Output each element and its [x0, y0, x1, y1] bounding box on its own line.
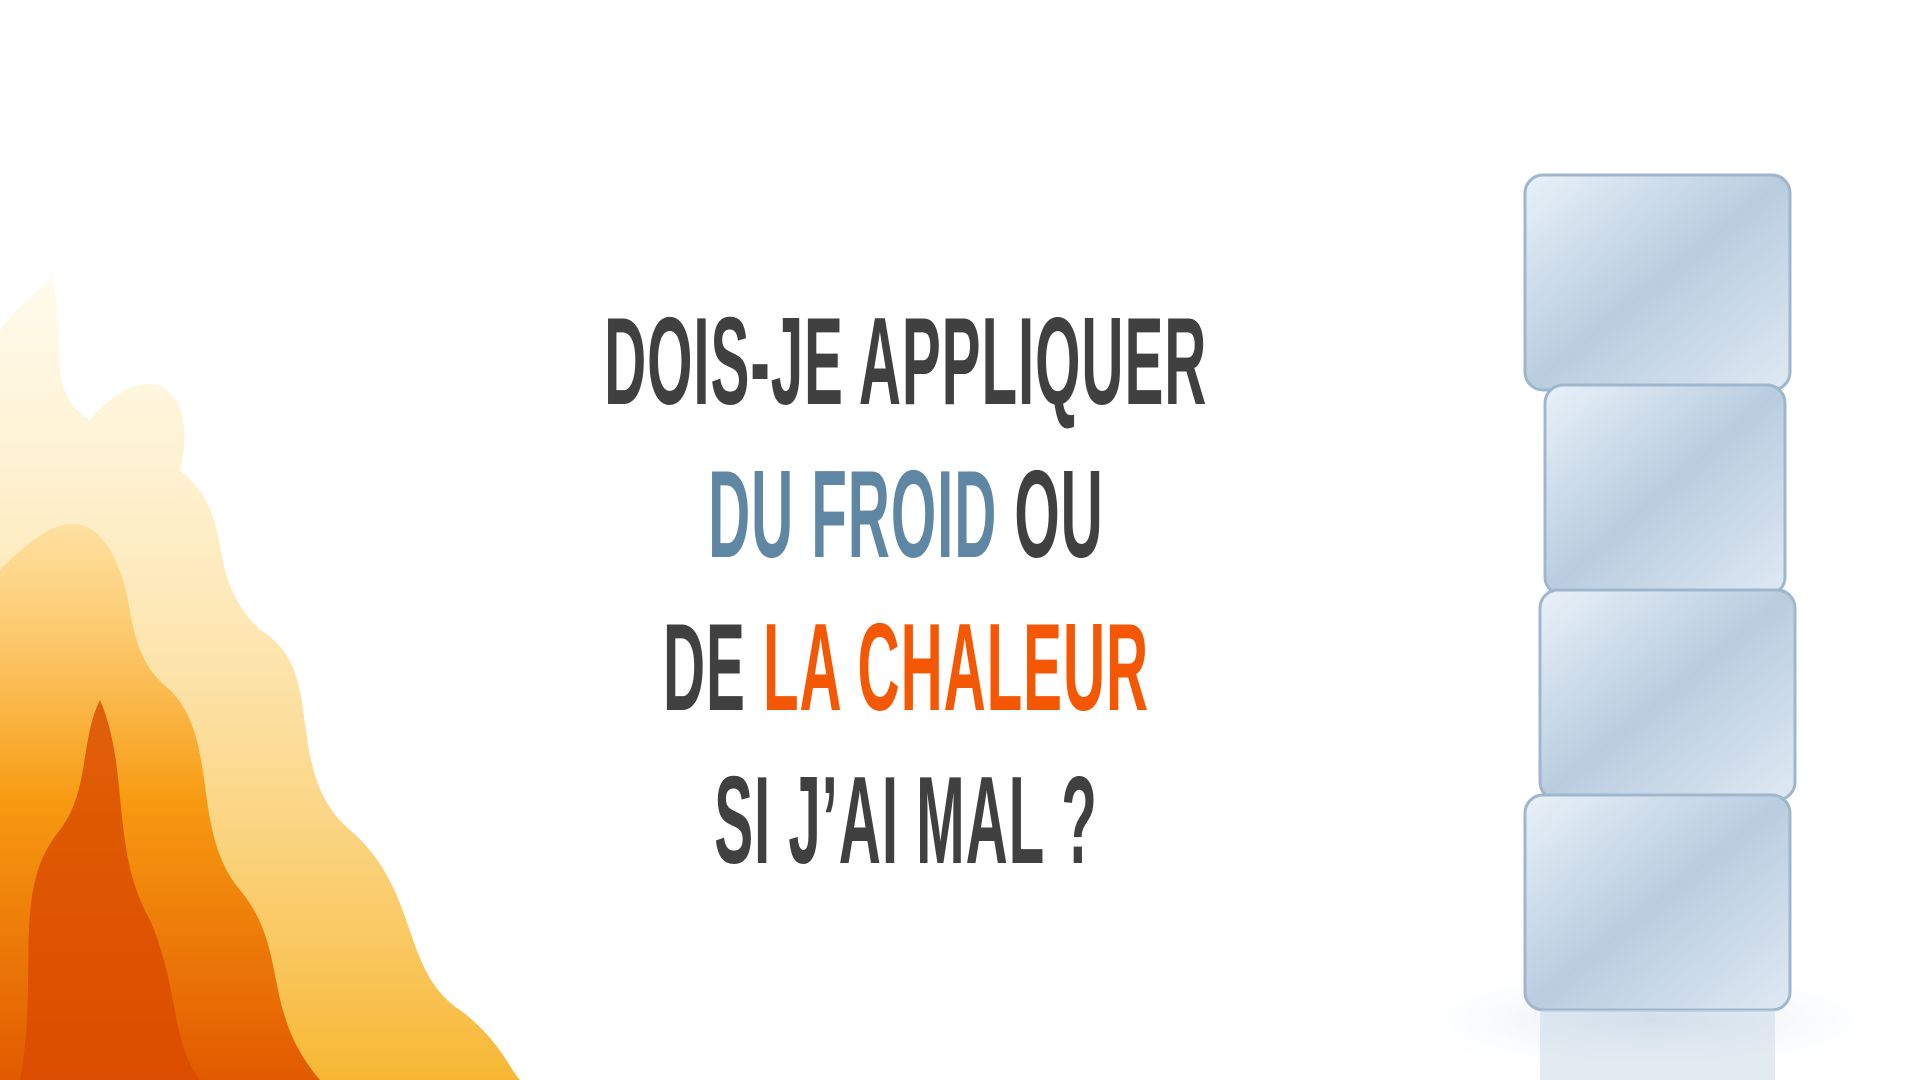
headline-line-4: SI J’AI MAL ?	[0, 759, 1812, 911]
headline-line-2-rest: OU	[997, 446, 1104, 584]
headline-line-3: DE LA CHALEUR	[0, 606, 1812, 758]
heat-highlight: LA CHALEUR	[762, 599, 1150, 737]
headline-line-3-start: DE	[662, 599, 763, 737]
headline-line-2: DU FROID OU	[0, 453, 1812, 605]
headline-line-1: DOIS-JE APPLIQUER	[0, 300, 1812, 452]
cold-highlight: DU FROID	[708, 446, 998, 584]
headline-line-1-text: DOIS-JE APPLIQUER	[604, 293, 1208, 431]
headline-line-4-text: SI J’AI MAL ?	[714, 752, 1098, 890]
